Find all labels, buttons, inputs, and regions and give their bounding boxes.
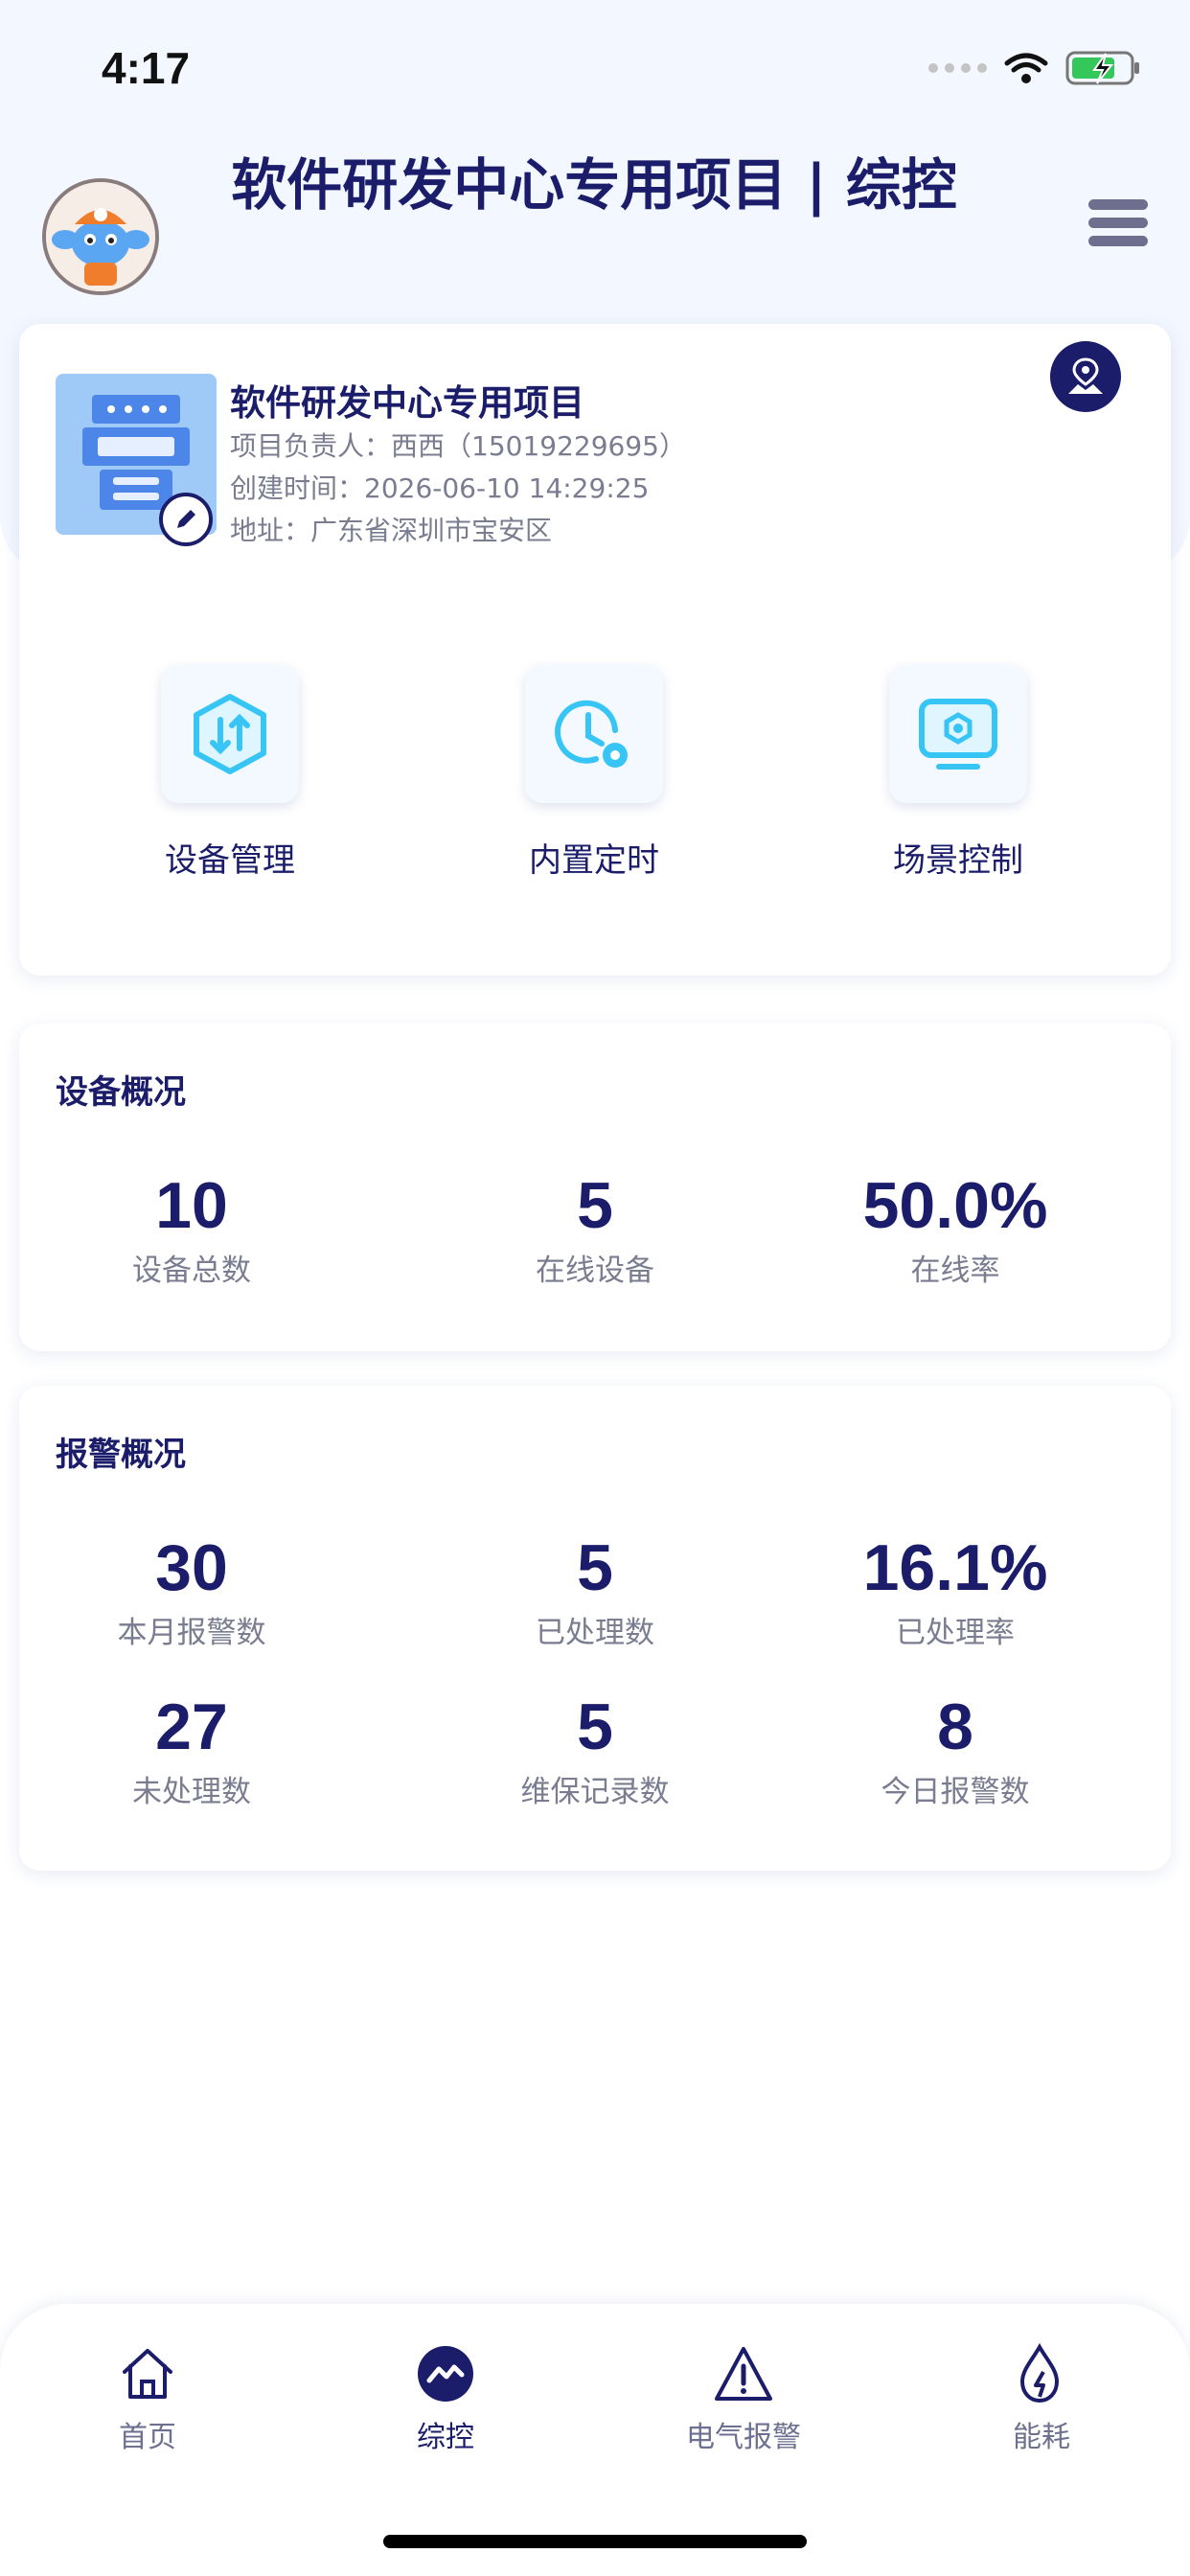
status-time: 4:17 bbox=[102, 43, 191, 93]
mascot-icon bbox=[46, 182, 155, 291]
warning-icon bbox=[715, 2347, 772, 2401]
tab-label: 首页 bbox=[119, 2421, 176, 2454]
stat-value: 30 bbox=[155, 1531, 228, 1604]
tab-energy[interactable]: 能耗 bbox=[927, 2340, 1156, 2455]
stat-today-alarms: 8 今日报警数 bbox=[783, 1687, 1128, 1810]
stat-online-devices: 5 在线设备 bbox=[423, 1165, 767, 1289]
clock-gear-icon bbox=[555, 700, 628, 768]
edit-button[interactable] bbox=[159, 493, 213, 546]
wifi-icon bbox=[1004, 53, 1048, 83]
home-icon bbox=[123, 2349, 172, 2399]
page-title: 软件研发中心专用项目 | 综控 bbox=[231, 152, 957, 218]
stat-label: 在线设备 bbox=[536, 1254, 654, 1288]
avatar[interactable] bbox=[42, 178, 159, 295]
map-pin-icon bbox=[1068, 357, 1103, 394]
stat-handled: 5 已处理数 bbox=[423, 1528, 767, 1651]
project-card: 软件研发中心专用项目 项目负责人：西西（15019229695） 创建时间：20… bbox=[19, 324, 1171, 976]
section-title: 设备概况 bbox=[56, 1073, 186, 1112]
stat-value: 50.0% bbox=[862, 1169, 1048, 1242]
stat-label: 未处理数 bbox=[132, 1775, 251, 1809]
pencil-icon bbox=[177, 510, 195, 528]
quick-action-timer[interactable]: 内置定时 bbox=[498, 665, 690, 881]
stat-online-rate: 50.0% 在线率 bbox=[783, 1165, 1128, 1289]
signal-icon bbox=[928, 63, 987, 73]
quick-action-label: 场景控制 bbox=[893, 841, 1023, 880]
stat-value: 27 bbox=[155, 1690, 228, 1763]
project-address: 地址：广东省深圳市宝安区 bbox=[230, 515, 553, 546]
stat-value: 5 bbox=[577, 1690, 613, 1763]
tab-label: 能耗 bbox=[1013, 2421, 1070, 2454]
tab-label: 电气报警 bbox=[686, 2421, 801, 2454]
stat-label: 今日报警数 bbox=[881, 1775, 1030, 1809]
stat-handled-rate: 16.1% 已处理率 bbox=[783, 1528, 1128, 1651]
tab-electrical-alarm[interactable]: 电气报警 bbox=[629, 2340, 858, 2455]
alarm-overview-card: 报警概况 30 本月报警数 5 已处理数 16.1% 已处理率 27 未处理数 … bbox=[19, 1386, 1171, 1871]
project-created-time: 创建时间：2026-06-10 14:29:25 bbox=[230, 472, 650, 504]
tab-control[interactable]: 综控 bbox=[331, 2340, 561, 2455]
stat-total-devices: 10 设备总数 bbox=[19, 1165, 364, 1289]
project-name: 软件研发中心专用项目 bbox=[230, 382, 584, 424]
stat-label: 已处理率 bbox=[896, 1616, 1015, 1650]
tab-home[interactable]: 首页 bbox=[33, 2340, 263, 2455]
energy-drop-icon bbox=[1019, 2343, 1060, 2404]
status-icons bbox=[928, 50, 1142, 86]
quick-action-scene[interactable]: 场景控制 bbox=[862, 665, 1054, 881]
stat-value: 16.1% bbox=[862, 1531, 1048, 1604]
menu-button[interactable] bbox=[1088, 199, 1148, 249]
project-manager: 项目负责人：西西（15019229695） bbox=[230, 430, 686, 462]
map-location-button[interactable] bbox=[1050, 341, 1121, 412]
stat-label: 已处理数 bbox=[536, 1616, 654, 1650]
stat-value: 10 bbox=[155, 1169, 228, 1242]
stat-unhandled: 27 未处理数 bbox=[19, 1687, 364, 1810]
quick-action-label: 设备管理 bbox=[165, 841, 295, 880]
scene-monitor-icon bbox=[919, 699, 997, 770]
section-title: 报警概况 bbox=[56, 1436, 186, 1474]
quick-action-device-manage[interactable]: 设备管理 bbox=[134, 665, 326, 881]
device-overview-card: 设备概况 10 设备总数 5 在线设备 50.0% 在线率 bbox=[19, 1024, 1171, 1351]
control-icon bbox=[418, 2346, 473, 2402]
stat-value: 5 bbox=[577, 1531, 613, 1604]
home-indicator bbox=[383, 2535, 807, 2548]
stat-value: 8 bbox=[937, 1690, 973, 1763]
stat-month-alarms: 30 本月报警数 bbox=[19, 1528, 364, 1651]
stat-label: 本月报警数 bbox=[117, 1616, 266, 1650]
stat-maintenance-records: 5 维保记录数 bbox=[423, 1687, 767, 1810]
stat-value: 5 bbox=[577, 1169, 613, 1242]
stat-label: 在线率 bbox=[910, 1254, 1000, 1288]
device-manage-icon bbox=[194, 694, 266, 774]
stat-label: 维保记录数 bbox=[520, 1775, 670, 1809]
tab-label: 综控 bbox=[417, 2421, 474, 2454]
quick-action-label: 内置定时 bbox=[529, 841, 659, 880]
stat-label: 设备总数 bbox=[132, 1254, 251, 1288]
battery-charging-icon bbox=[1065, 51, 1139, 85]
